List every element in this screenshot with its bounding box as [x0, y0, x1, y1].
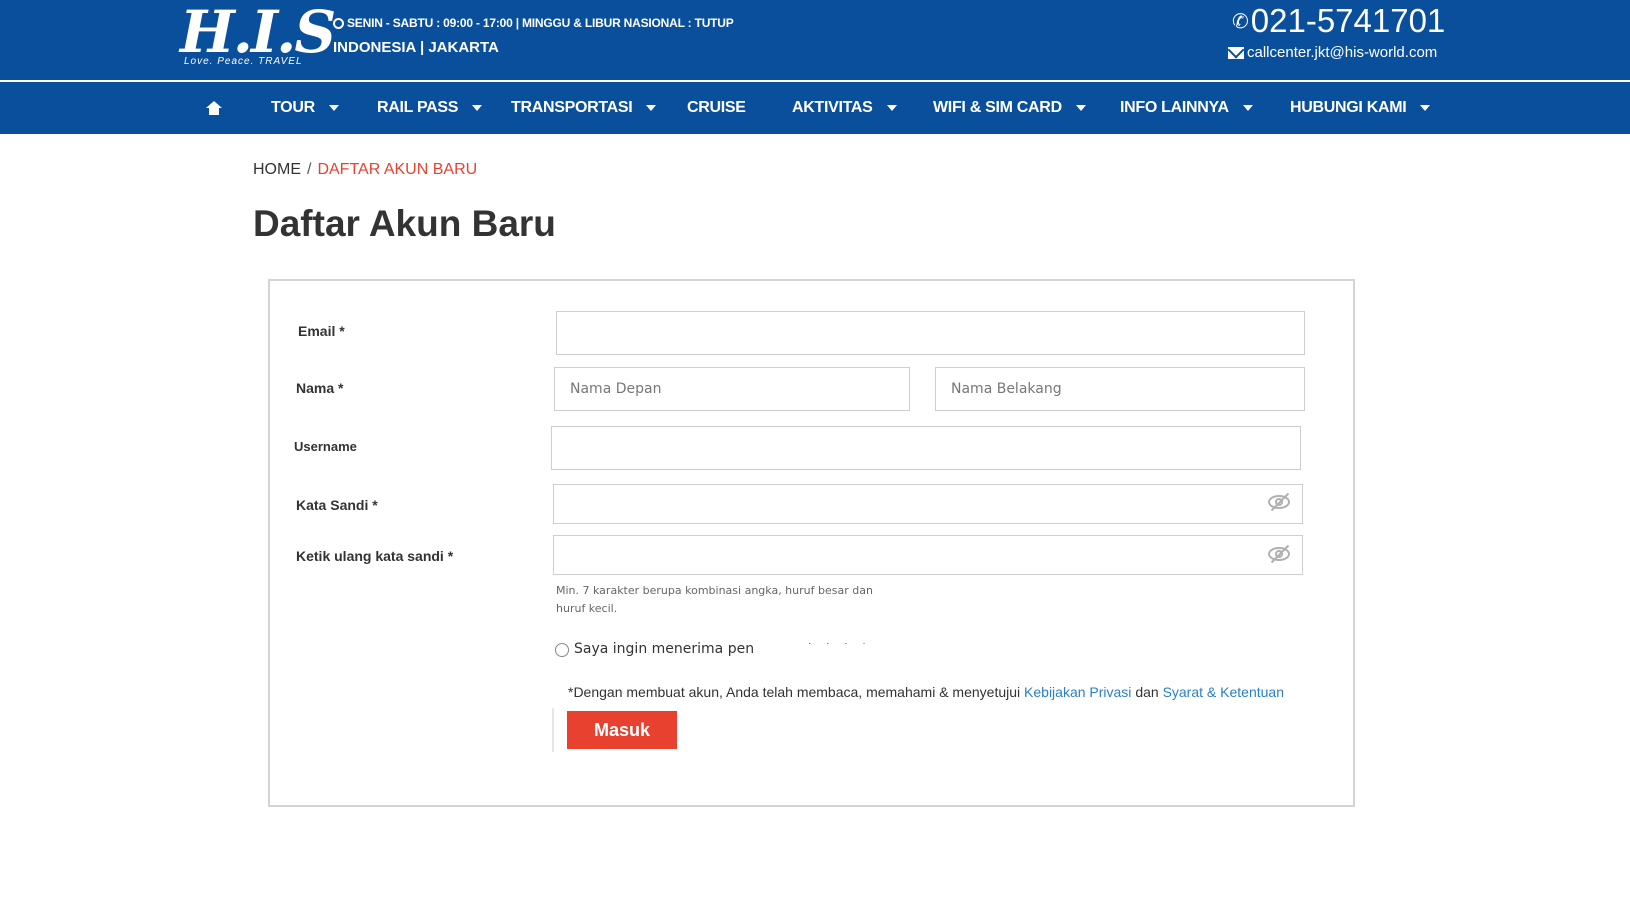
password-field[interactable] — [553, 484, 1303, 524]
nav-tour[interactable]: TOUR — [271, 82, 339, 134]
nama-label: Nama * — [296, 380, 344, 396]
nav-label: TRANSPORTASI — [511, 99, 633, 116]
nav-transportasi[interactable]: TRANSPORTASI — [511, 82, 657, 134]
nav-label: AKTIVITAS — [792, 99, 873, 116]
nav-rail-pass[interactable]: RAIL PASS — [377, 82, 483, 134]
caret-down-icon — [1242, 105, 1253, 111]
email-label: Email * — [298, 323, 345, 339]
nav-label: TOUR — [271, 99, 315, 116]
envelope-icon — [1228, 46, 1244, 59]
password-label: Kata Sandi * — [296, 497, 378, 513]
terms-conditions-link[interactable]: Syarat & Ketentuan — [1163, 684, 1284, 700]
username-label: Username — [294, 439, 357, 454]
nav-label: WIFI & SIM CARD — [933, 99, 1062, 116]
eye-slash-icon[interactable] — [1268, 492, 1292, 512]
terms-and: dan — [1135, 684, 1159, 700]
home-icon — [206, 101, 222, 115]
terms-notice: *Dengan membuat akun, Anda telah membaca… — [568, 684, 1284, 700]
nav-home[interactable] — [206, 82, 222, 134]
nav-hubungi-kami[interactable]: HUBUNGI KAMI — [1290, 82, 1431, 134]
email-field[interactable] — [556, 311, 1305, 355]
nav-label: CRUISE — [687, 99, 746, 116]
nav-cruise[interactable]: CRUISE — [687, 82, 746, 134]
phone-text: 021-5741701 — [1250, 2, 1446, 39]
phone-icon: ✆ — [1232, 10, 1249, 33]
caret-down-icon — [1420, 105, 1431, 111]
nav-label: INFO LAINNYA — [1120, 99, 1229, 116]
location-text: INDONESIA | JAKARTA — [333, 39, 499, 56]
contact-email-text: callcenter.jkt@his-world.com — [1247, 44, 1438, 61]
page-title: Daftar Akun Baru — [253, 203, 556, 244]
password-hint: Min. 7 karakter berupa kombinasi angka, … — [556, 584, 873, 615]
nav-wifi-sim-card[interactable]: WIFI & SIM CARD — [933, 82, 1086, 134]
business-hours-text: SENIN - SABTU : 09:00 - 17:00 | MINGGU &… — [347, 16, 734, 30]
top-header: H.I.S Love. Peace. TRAVEL SENIN - SABTU … — [0, 0, 1630, 80]
first-name-field[interactable] — [554, 367, 910, 411]
newsletter-radio[interactable] — [555, 643, 569, 657]
terms-prefix: *Dengan membuat akun, Anda telah membaca… — [568, 684, 1021, 700]
username-field[interactable] — [551, 426, 1301, 470]
breadcrumb-separator: / — [307, 161, 312, 178]
breadcrumb-home[interactable]: HOME — [253, 161, 301, 179]
confirm-password-label: Ketik ulang kata sandi * — [296, 548, 454, 564]
eye-slash-icon[interactable] — [1268, 544, 1292, 564]
privacy-policy-link[interactable]: Kebijakan Privasi — [1024, 684, 1131, 700]
nav-info-lainnya[interactable]: INFO LAINNYA — [1120, 82, 1253, 134]
last-name-field[interactable] — [935, 367, 1305, 411]
nav-label: HUBUNGI KAMI — [1290, 99, 1407, 116]
business-hours: SENIN - SABTU : 09:00 - 17:00 | MINGGU &… — [333, 16, 734, 30]
caret-down-icon — [886, 105, 897, 111]
clock-icon — [333, 17, 344, 29]
breadcrumb: HOME / DAFTAR AKUN BARU — [253, 161, 477, 179]
contact-email[interactable]: callcenter.jkt@his-world.com — [1228, 44, 1437, 61]
nav-aktivitas[interactable]: AKTIVITAS — [792, 82, 897, 134]
logo-tagline: Love. Peace. TRAVEL — [184, 56, 303, 67]
nav-label: RAIL PASS — [377, 99, 459, 116]
main-nav: TOUR RAIL PASS TRANSPORTASI CRUISE AKTIV… — [0, 82, 1630, 134]
phone-number[interactable]: ✆ 021-5741701 — [1232, 2, 1445, 40]
newsletter-label: Saya ingin menerima pen — [574, 641, 755, 657]
caret-down-icon — [328, 105, 339, 111]
submit-divider — [552, 708, 554, 752]
his-logo[interactable]: H.I.S Love. Peace. TRAVEL — [180, 0, 336, 70]
breadcrumb-current: DAFTAR AKUN BARU — [317, 161, 478, 178]
caret-down-icon — [1075, 105, 1086, 111]
confirm-password-field[interactable] — [553, 535, 1303, 575]
submit-button[interactable]: Masuk — [567, 711, 677, 749]
caret-down-icon — [646, 105, 657, 111]
newsletter-label-trailing: · · · · — [808, 638, 872, 649]
caret-down-icon — [472, 105, 483, 111]
